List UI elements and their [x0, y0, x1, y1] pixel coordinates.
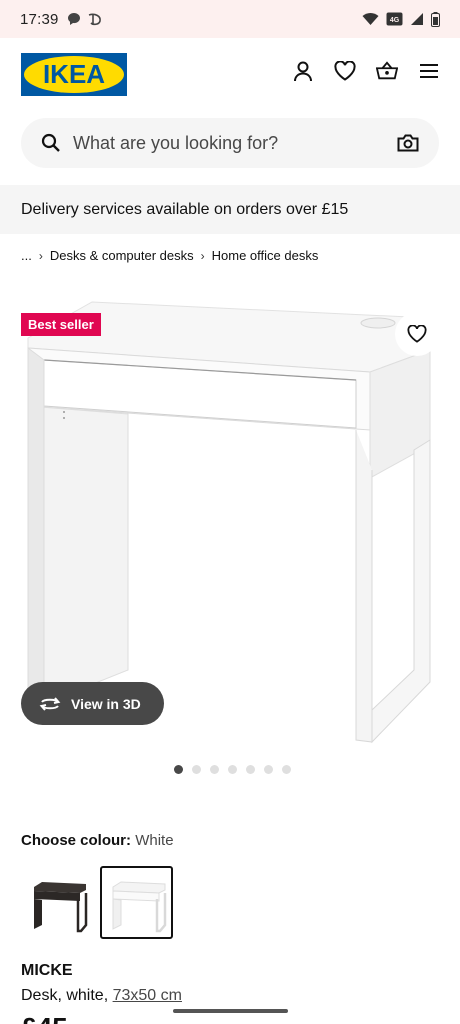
header-actions — [292, 60, 440, 82]
selected-colour: White — [135, 832, 174, 849]
status-system-icons: 4G — [362, 11, 440, 27]
pagination-dot[interactable] — [264, 765, 273, 774]
wifi-icon — [362, 13, 379, 25]
status-time: 17:39 — [20, 10, 59, 28]
pagination-dot[interactable] — [174, 765, 183, 774]
favourites-icon[interactable] — [334, 60, 356, 82]
status-bar: 17:39 4G — [0, 0, 460, 38]
swatch-black-brown[interactable] — [21, 866, 94, 939]
delivery-banner[interactable]: Delivery services available on orders ov… — [0, 185, 460, 234]
add-to-favourites-button[interactable] — [395, 312, 439, 356]
pagination-dot[interactable] — [282, 765, 291, 774]
basket-icon[interactable] — [376, 60, 398, 82]
product-description: Desk, white, 73x50 cm — [21, 987, 182, 1005]
home-indicator[interactable] — [173, 1009, 288, 1013]
site-header: IKEA — [0, 38, 460, 110]
menu-icon[interactable] — [418, 60, 440, 82]
product-name: MICKE — [21, 962, 73, 979]
chevron-right-icon: › — [200, 248, 205, 263]
view-in-3d-label: View in 3D — [71, 695, 141, 712]
rotate-3d-icon — [39, 696, 61, 711]
network-badge-icon: 4G — [386, 12, 403, 26]
product-size-link[interactable]: 73x50 cm — [113, 987, 182, 1004]
pagination-dot[interactable] — [210, 765, 219, 774]
product-gallery[interactable]: Best seller View in 3D — [0, 290, 460, 760]
product-price: £45 — [21, 1016, 69, 1024]
chat-notification-icon — [67, 13, 80, 25]
camera-search-icon[interactable] — [397, 134, 419, 152]
breadcrumb-home-office-desks[interactable]: Home office desks — [212, 248, 319, 263]
signal-icon — [411, 13, 423, 25]
pagination-dot[interactable] — [246, 765, 255, 774]
chevron-right-icon: › — [38, 248, 43, 263]
battery-icon — [431, 11, 440, 27]
delivery-banner-text: Delivery services available on orders ov… — [21, 200, 349, 218]
logo-text: IKEA — [43, 59, 105, 89]
account-icon[interactable] — [292, 60, 314, 82]
ikea-logo[interactable]: IKEA — [21, 53, 127, 96]
breadcrumb: ... › Desks & computer desks › Home offi… — [21, 248, 318, 263]
colour-label: Choose colour: — [21, 832, 132, 849]
search-bar[interactable]: What are you looking for? — [21, 118, 439, 168]
heart-icon — [407, 325, 427, 343]
pagination-dot[interactable] — [228, 765, 237, 774]
breadcrumb-desks[interactable]: Desks & computer desks — [50, 248, 194, 263]
search-icon — [41, 133, 60, 152]
swatch-white[interactable] — [100, 866, 173, 939]
colour-chooser-label: Choose colour: White — [21, 832, 174, 849]
breadcrumb-ellipsis[interactable]: ... — [21, 248, 32, 263]
view-in-3d-button[interactable]: View in 3D — [21, 682, 164, 725]
gallery-pagination — [174, 765, 291, 774]
disney-icon — [88, 13, 101, 26]
colour-swatches — [21, 866, 173, 939]
network-label: 4G — [390, 17, 400, 24]
best-seller-badge: Best seller — [21, 313, 101, 336]
product-type: Desk, white, — [21, 987, 109, 1004]
pagination-dot[interactable] — [192, 765, 201, 774]
search-input[interactable]: What are you looking for? — [73, 133, 397, 154]
price-value: £45 — [21, 1016, 69, 1024]
status-notification-icons — [67, 12, 103, 26]
